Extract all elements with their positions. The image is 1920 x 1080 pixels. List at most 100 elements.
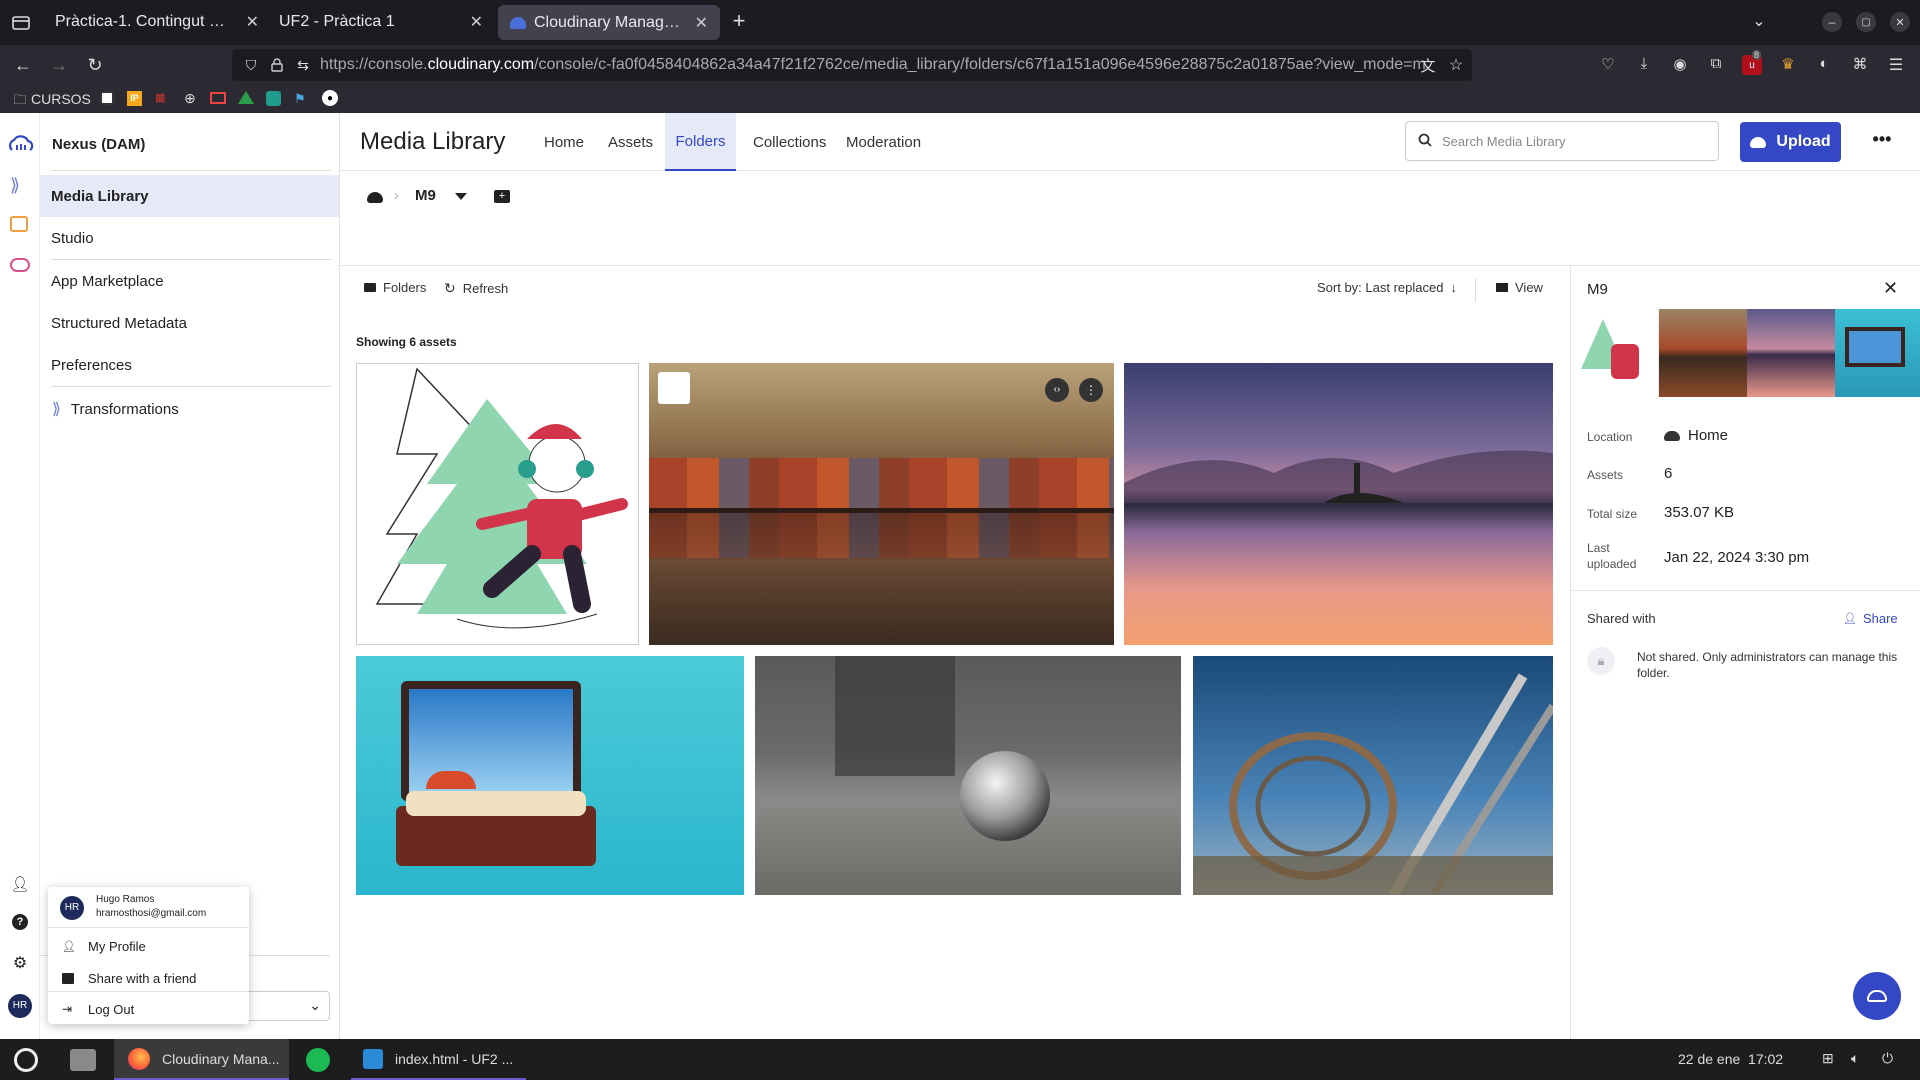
taskbar-app-firefox[interactable]: Cloudinary Mana... [114,1039,289,1080]
pocket-icon[interactable]: ♡ [1598,55,1618,73]
back-icon[interactable]: ← [12,54,34,76]
forward-icon[interactable]: → [48,54,70,76]
close-tab-icon[interactable]: ✕ [246,12,259,32]
maximize-window-icon[interactable]: ▢ [1856,12,1876,32]
refresh-icon: ↻ [444,280,456,296]
embed-code-icon[interactable]: ‹› [1045,378,1069,402]
user-avatar[interactable]: HR [8,994,32,1018]
minimize-window-icon[interactable]: – [1822,12,1842,32]
asset-thumbnail[interactable] [1124,363,1553,645]
bookmark-star-icon[interactable]: ☆ [1446,55,1466,75]
sidebar-item-preferences[interactable]: Preferences [40,344,339,386]
bookmark-icon-4[interactable] [266,91,281,106]
folders-toggle-button[interactable]: Folders [364,280,426,295]
settings-gear-icon[interactable]: ⚙ [10,953,30,973]
bookmark-icon-3[interactable]: ▦ [155,91,171,105]
view-button[interactable]: View [1496,280,1543,295]
menu-hamburger-icon[interactable]: ☰ [1886,55,1906,75]
extensions-icon[interactable]: ⧉ [1706,55,1726,72]
search-input[interactable]: Search Media Library [1405,121,1719,161]
help-icon[interactable]: ? [12,914,28,930]
tab-moderation[interactable]: Moderation [834,113,933,171]
add-user-icon[interactable]: 👤︎ [9,875,31,893]
translate-icon[interactable]: 文 [1418,55,1438,76]
permissions-icon[interactable]: ⇆ [294,57,312,74]
cloudinary-logo-icon[interactable] [8,135,34,151]
addon-dark-icon[interactable]: ◐ [1814,55,1834,72]
sidebar-item-media-library[interactable]: Media Library [40,175,339,217]
sidebar-item-structured-metadata[interactable]: Structured Metadata [40,302,339,344]
files-icon[interactable] [70,1049,96,1071]
select-checkbox[interactable] [658,372,690,404]
new-folder-icon[interactable]: + [494,190,510,203]
sidebar-item-app-marketplace[interactable]: App Marketplace [40,260,339,302]
close-icon[interactable]: ✕ [1883,278,1898,299]
clock[interactable]: 22 de ene 17:02 [1678,1051,1783,1067]
asset-thumbnail[interactable] [755,656,1181,895]
downloads-icon[interactable]: ⤓ [1634,55,1654,72]
divider [51,170,331,171]
refresh-button[interactable]: ↻ Refresh [444,280,508,297]
gmail-icon[interactable] [210,92,226,104]
home-cloud-icon[interactable] [367,192,383,203]
more-vertical-icon[interactable]: ⋮ [1079,378,1103,402]
browser-tab-1[interactable]: Pràctica-1. Contingut multim ✕ [43,4,271,40]
tab-assets[interactable]: Assets [596,113,665,171]
upload-button[interactable]: Upload [1740,122,1841,162]
share-button[interactable]: 👤︎ Share [1843,611,1898,626]
reload-icon[interactable]: ↻ [84,54,106,76]
browser-tab-2[interactable]: UF2 - Pràctica 1 ✕ [267,4,495,40]
address-bar[interactable]: ⛉ ⇆ https://console.cloudinary.com/conso… [232,49,1472,81]
globe-icon[interactable]: ⊕ [182,90,198,107]
asset-thumbnail[interactable]: ‹› ⋮ [649,363,1114,645]
assets-product-icon[interactable]: ⟫ [10,175,30,195]
share-with-friend-menu-item[interactable]: Share with a friend [48,962,249,994]
tab-folders[interactable]: Folders [665,113,736,171]
bookmark-icon-1[interactable] [100,91,114,105]
bookmark-icon-5[interactable]: ⚑ [294,91,309,106]
network-icon[interactable]: ⊞ [1822,1050,1834,1067]
sidebar-item-transformations[interactable]: ⟫ Transformations [40,388,339,430]
more-options-icon[interactable]: ••• [1870,129,1894,150]
addon-crown-icon[interactable]: ♛ [1778,55,1798,73]
location-value[interactable]: Home [1688,427,1728,444]
integrations-product-icon[interactable] [10,258,30,272]
new-tab-icon[interactable]: + [728,8,750,33]
folder-options-chevron-icon[interactable] [455,193,467,200]
close-window-icon[interactable]: ✕ [1890,12,1910,32]
roller-coaster-scene [1193,673,1553,895]
drive-icon[interactable] [238,91,254,104]
close-tab-icon[interactable]: ✕ [470,12,483,32]
power-icon[interactable]: ⏻ [1882,1050,1893,1067]
log-out-menu-item[interactable]: ⇥ Log Out [48,993,249,1025]
browser-tab-3[interactable]: Cloudinary Management ✕ [498,5,720,40]
addon-ublock-icon[interactable]: u8 [1742,50,1762,75]
preview-thumb [1659,309,1747,397]
taskbar-app-vscode[interactable]: index.html - UF2 ... [351,1039,526,1080]
close-tab-icon[interactable]: ✕ [695,13,708,33]
asset-thumbnail[interactable] [1193,656,1553,895]
tab-overflow-chevron-icon[interactable]: ⌄ [1748,10,1770,32]
addon-network-icon[interactable]: ⌘ [1850,55,1870,73]
houses-silhouette [649,458,1114,508]
volume-icon[interactable]: 🔈︎ [1851,1050,1859,1067]
product-name[interactable]: Nexus (DAM) [52,136,145,153]
tab-list-icon[interactable] [10,12,32,34]
floating-media-button[interactable] [1853,972,1901,1020]
tab-collections[interactable]: Collections [741,113,838,171]
sort-dropdown[interactable]: Sort by: Last replaced ↓ [1317,280,1457,295]
os-menu-icon[interactable] [14,1048,38,1072]
my-profile-menu-item[interactable]: 👤︎ My Profile [48,930,249,962]
tab-home[interactable]: Home [532,113,596,171]
video-product-icon[interactable] [10,216,28,232]
asset-thumbnail[interactable] [356,656,744,895]
sidebar-item-studio[interactable]: Studio [40,217,339,259]
sidebar-item-label: App Marketplace [51,272,164,290]
spotify-icon[interactable] [306,1048,330,1072]
asset-thumbnail[interactable] [356,363,639,645]
bookmark-cursos[interactable]: CURSOS [31,91,91,107]
account-icon[interactable]: ◉ [1670,55,1690,73]
github-icon[interactable]: ● [322,90,338,106]
url-prefix: https://console. [320,56,428,73]
bookmark-icon-2[interactable]: IP [127,91,142,106]
